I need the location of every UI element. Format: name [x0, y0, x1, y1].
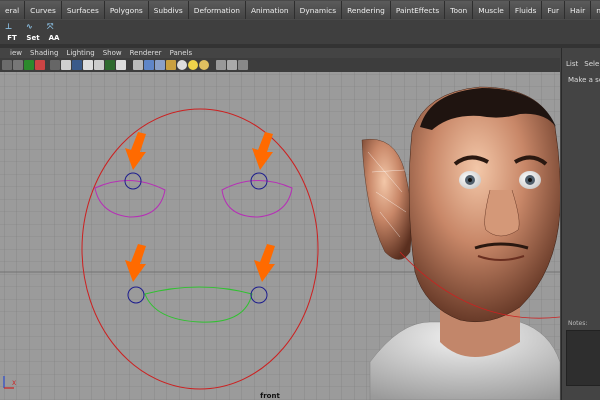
menu-tab[interactable]: PaintEffects — [390, 1, 446, 19]
shelf-button-label: Set — [26, 34, 40, 42]
menu-tab[interactable]: Animation — [245, 1, 295, 19]
menu-tab[interactable]: Fur — [542, 1, 565, 19]
viewport-front[interactable]: X front — [0, 72, 560, 400]
menu-set-tabs: eral Curves Surfaces Polygons Subdivs Deforma… — [0, 0, 600, 21]
menu-tab[interactable]: Surfaces — [61, 1, 105, 19]
menu-tab[interactable]: Subdivs — [148, 1, 189, 19]
wireframe-on-shaded-icon[interactable] — [155, 60, 165, 70]
all-lights-icon[interactable] — [188, 60, 198, 70]
notes-label: Notes: — [568, 320, 588, 327]
menu-tab[interactable]: Curves — [25, 1, 62, 19]
outliner-panel: List Sele Make a sele Notes: — [561, 48, 600, 400]
panel-menu-item[interactable]: Show — [103, 49, 122, 57]
outliner-tab-list[interactable]: List — [566, 60, 578, 68]
panel-menu-item[interactable]: iew — [10, 49, 22, 57]
panel-menu-item[interactable]: Shading — [30, 49, 58, 57]
default-light-icon[interactable] — [177, 60, 187, 70]
isolate-select-icon[interactable] — [216, 60, 226, 70]
panel-menu-item[interactable]: Panels — [170, 49, 193, 57]
safe-action-icon[interactable] — [105, 60, 115, 70]
film-gate-icon[interactable] — [61, 60, 71, 70]
menu-tab[interactable]: Dynamics — [294, 1, 343, 19]
shelf-button-set[interactable]: ∿ Set — [23, 22, 43, 42]
menu-tab[interactable]: Deformation — [188, 1, 246, 19]
shelf-button-label: FT — [7, 34, 17, 42]
shelf-button-label: AA — [48, 34, 60, 42]
image-plane-icon[interactable] — [35, 60, 45, 70]
menu-tab[interactable]: Rendering — [342, 1, 391, 19]
wireframe-icon[interactable] — [133, 60, 143, 70]
panel-toolbar — [0, 58, 560, 73]
safe-title-icon[interactable] — [116, 60, 126, 70]
left-pupil — [468, 178, 472, 182]
menu-tab[interactable]: nCloth — [591, 1, 600, 19]
right-pupil — [528, 178, 532, 182]
select-camera-icon[interactable] — [2, 60, 12, 70]
notes-field[interactable] — [566, 330, 600, 386]
panel-menu-item[interactable]: Renderer — [130, 49, 162, 57]
menu-tab[interactable]: Fluids — [509, 1, 543, 19]
panel-menu-bar: iew Shading Lighting Show Renderer Panels — [0, 48, 570, 58]
menu-tab[interactable]: Toon — [445, 1, 474, 19]
outliner-hint-text: Make a sele — [568, 76, 600, 84]
camera-attributes-icon[interactable] — [13, 60, 23, 70]
panel-menu-item[interactable]: Lighting — [66, 49, 94, 57]
smooth-shade-icon[interactable] — [144, 60, 154, 70]
pivot-icon: ⊥ — [5, 22, 13, 31]
field-chart-icon[interactable] — [94, 60, 104, 70]
move-axis-icon: ⤧ — [47, 22, 54, 31]
shelf-button-ft[interactable]: ⊥ FT — [2, 22, 22, 42]
camera-name-label: front — [260, 392, 280, 400]
textured-icon[interactable] — [166, 60, 176, 70]
curve-tool-icon: ∿ — [26, 22, 33, 31]
shelf-button-aa[interactable]: ⤧ AA — [44, 22, 64, 42]
shelf: ⊥ FT ∿ Set ⤧ AA — [0, 20, 600, 45]
xray-joints-icon[interactable] — [238, 60, 248, 70]
xray-icon[interactable] — [227, 60, 237, 70]
viewport-canvas[interactable]: X front — [0, 72, 560, 400]
shadows-icon[interactable] — [199, 60, 209, 70]
menu-tab[interactable]: eral — [0, 1, 26, 19]
menu-tab[interactable]: Hair — [565, 1, 592, 19]
svg-text:X: X — [12, 380, 16, 387]
outliner-tab-select[interactable]: Sele — [584, 60, 599, 68]
grid-icon[interactable] — [50, 60, 60, 70]
menu-tab[interactable]: Polygons — [104, 1, 149, 19]
menu-tab[interactable]: Muscle — [473, 1, 510, 19]
resolution-gate-icon[interactable] — [72, 60, 82, 70]
nose — [484, 189, 520, 237]
gate-mask-icon[interactable] — [83, 60, 93, 70]
bookmark-icon[interactable] — [24, 60, 34, 70]
